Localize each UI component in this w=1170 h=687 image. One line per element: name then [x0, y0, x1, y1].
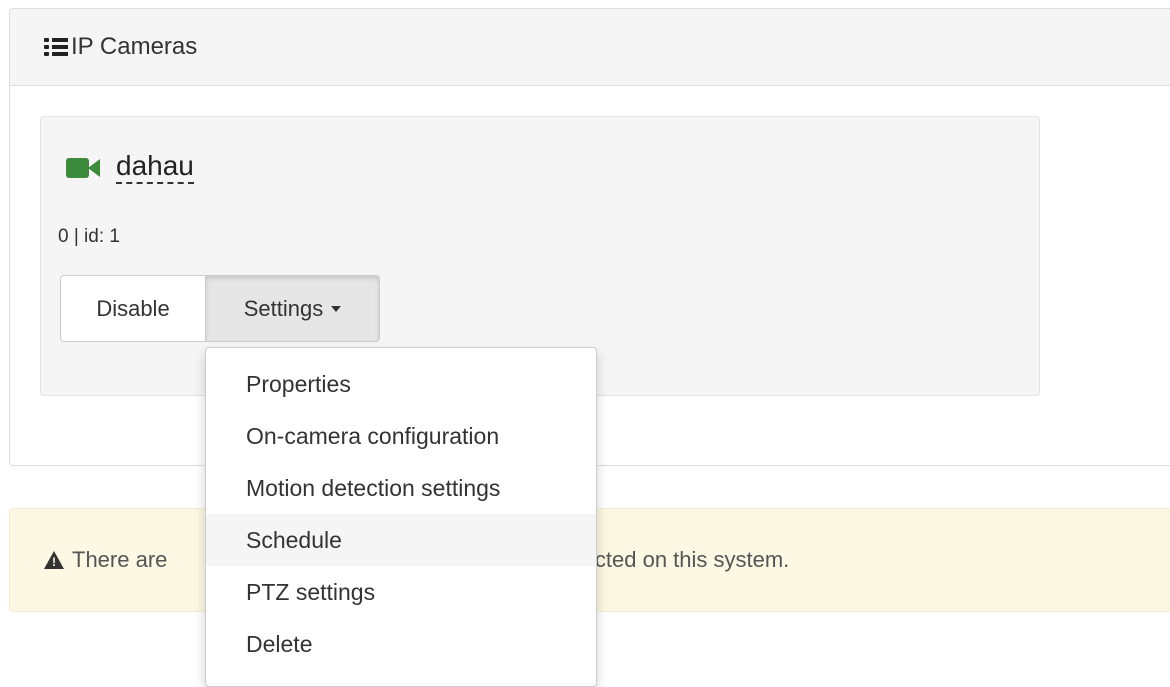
alert-text-start: There are	[72, 547, 168, 572]
settings-dropdown-menu: Properties On-camera configuration Motio…	[205, 347, 597, 687]
menu-item-properties[interactable]: Properties	[206, 358, 596, 410]
video-camera-icon	[66, 157, 102, 179]
panel-heading: IP Cameras	[10, 9, 1170, 86]
panel-title: IP Cameras	[71, 33, 198, 60]
camera-name-link[interactable]: dahau	[116, 152, 194, 184]
camera-actions: Disable Settings	[60, 275, 380, 342]
disable-button[interactable]: Disable	[60, 275, 206, 342]
camera-title: dahau	[66, 152, 194, 184]
menu-item-ptz-settings[interactable]: PTZ settings	[206, 566, 596, 618]
camera-meta: 0 | id: 1	[58, 226, 120, 247]
menu-item-schedule[interactable]: Schedule	[206, 514, 596, 566]
settings-dropdown-button[interactable]: Settings	[206, 275, 380, 342]
menu-item-motion-detection-settings[interactable]: Motion detection settings	[206, 462, 596, 514]
menu-item-on-camera-configuration[interactable]: On-camera configuration	[206, 410, 596, 462]
caret-down-icon	[331, 305, 342, 312]
settings-button-label: Settings	[243, 295, 324, 321]
list-icon	[44, 37, 68, 57]
menu-item-delete[interactable]: Delete	[206, 618, 596, 670]
warning-icon: !	[44, 551, 64, 569]
